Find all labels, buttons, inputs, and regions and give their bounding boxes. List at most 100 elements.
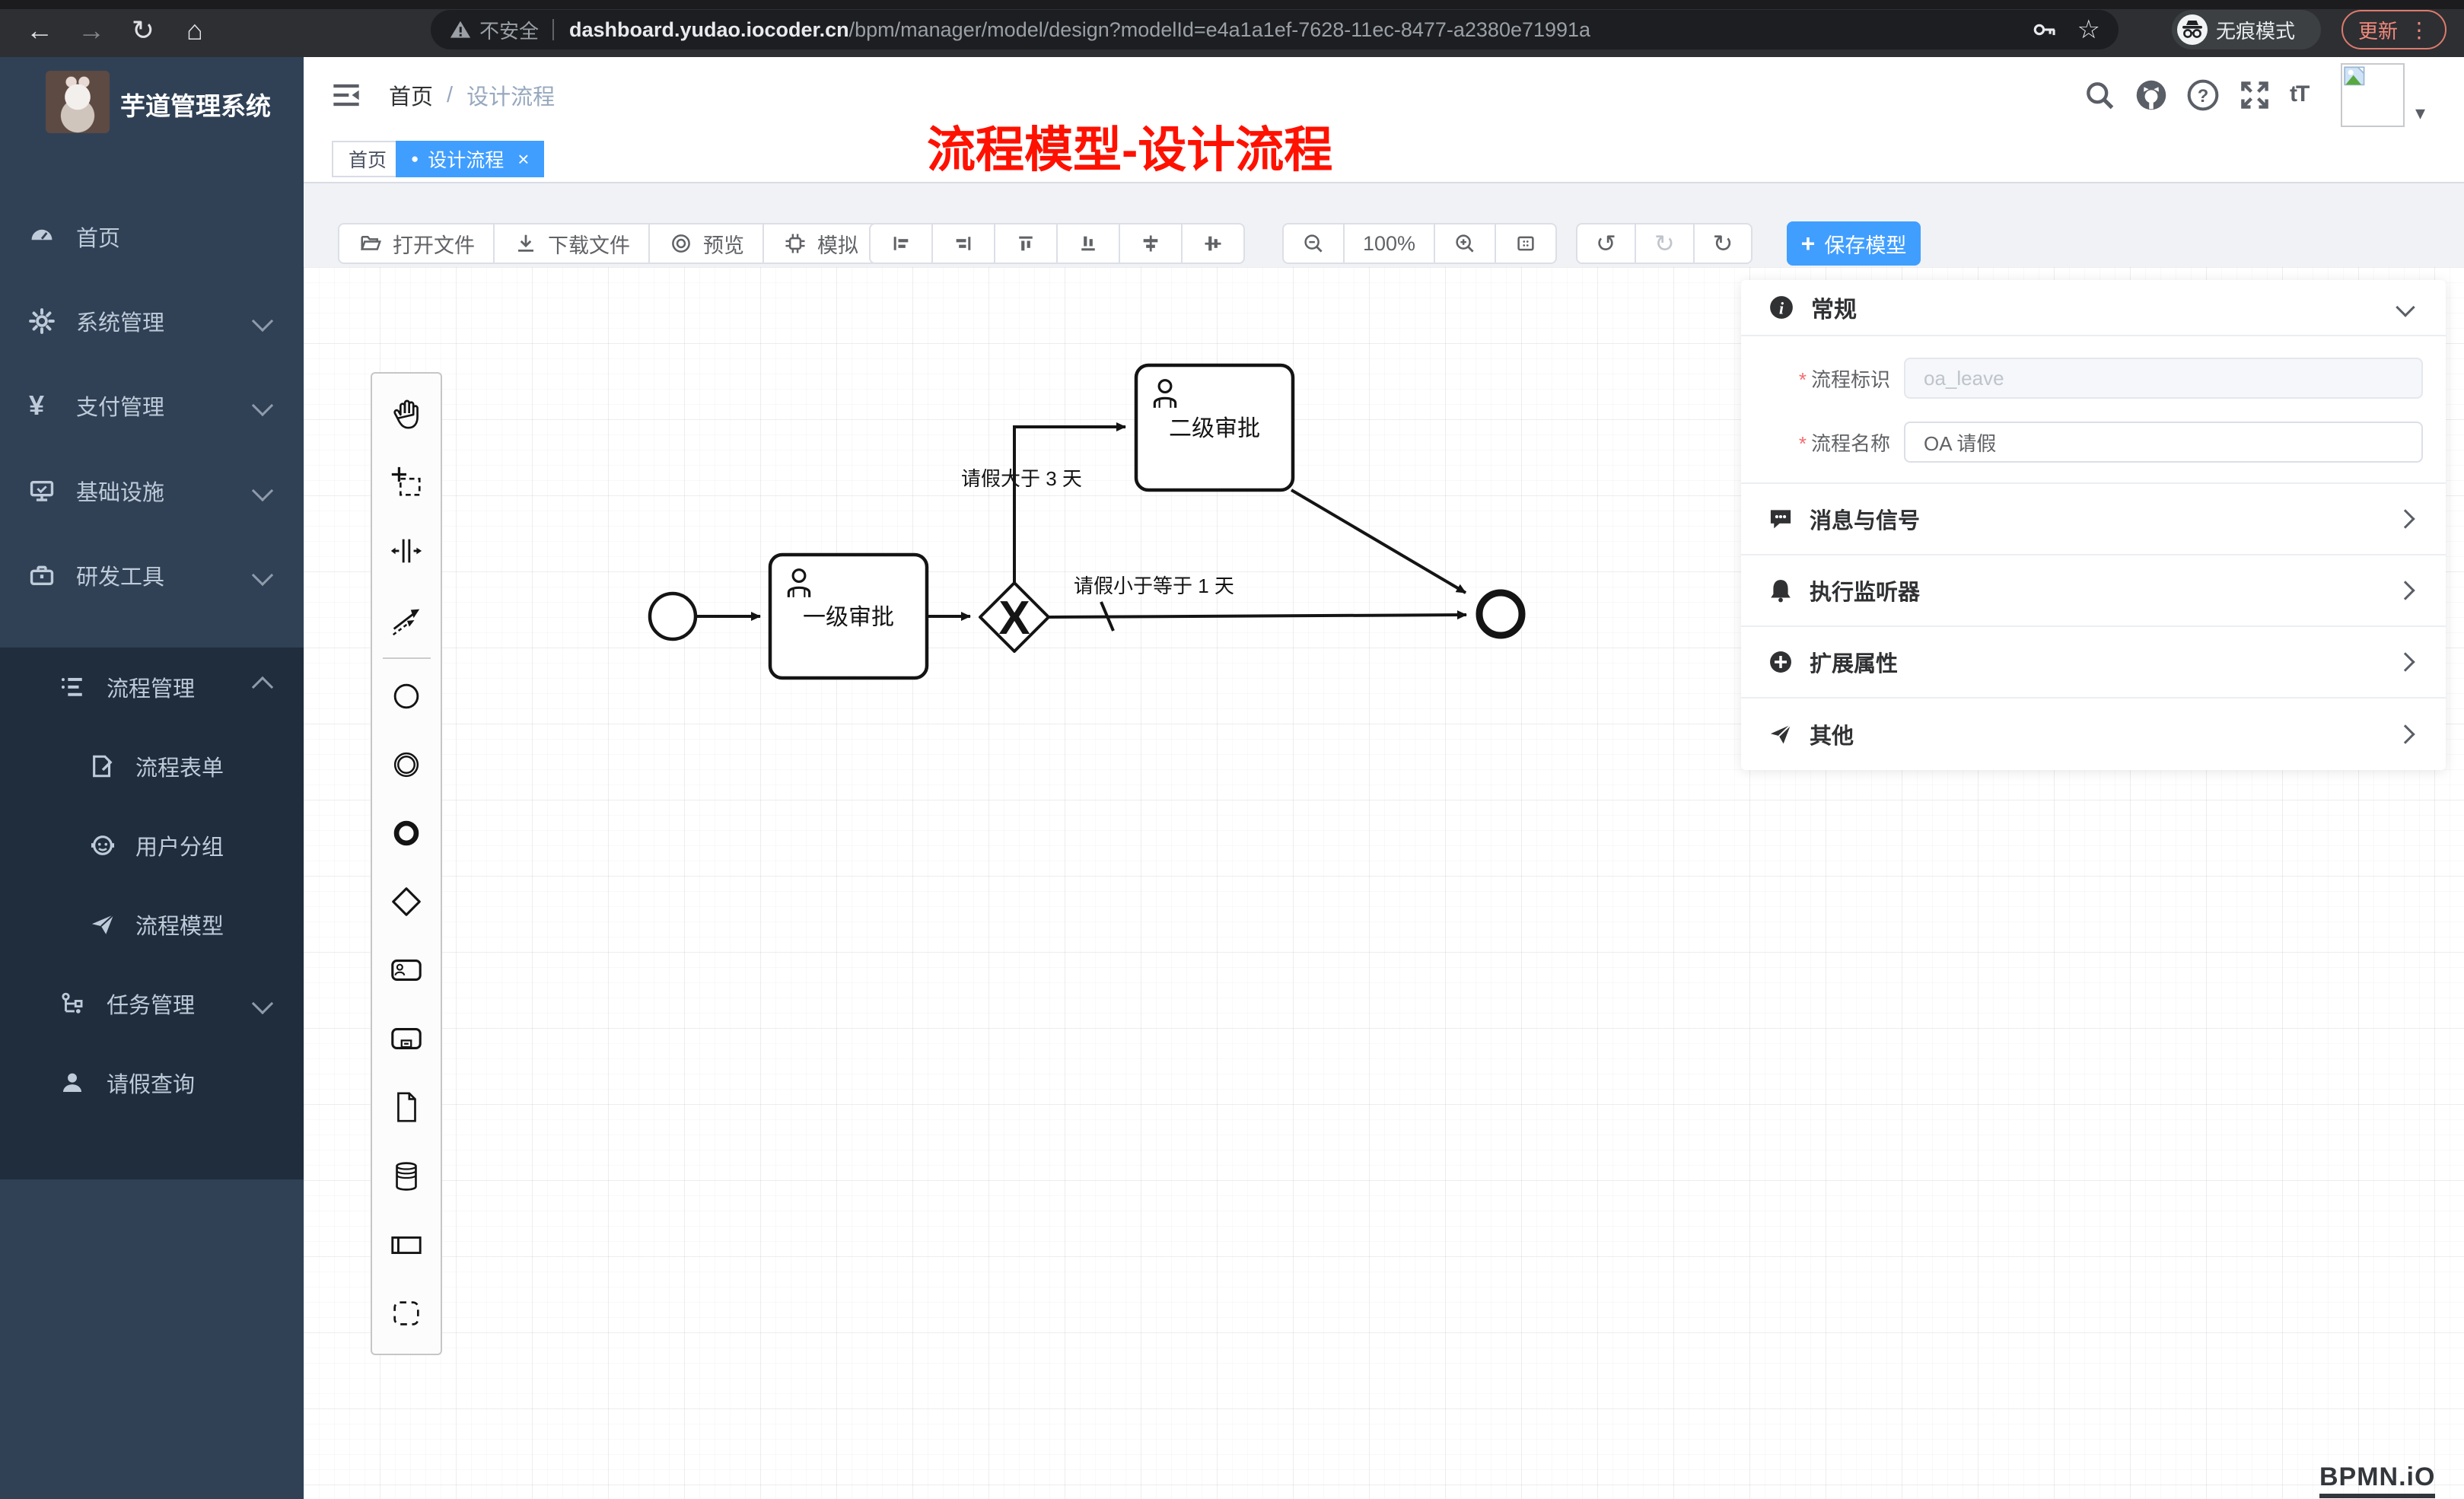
preview-icon [668, 232, 694, 255]
sidebar-item-dashboard[interactable]: 首页 [0, 194, 304, 278]
gateway-x-mark: X [998, 592, 1030, 644]
save-model-button[interactable]: + 保存模型 [1787, 221, 1921, 266]
flow-gateway-to-task2[interactable] [1014, 427, 1125, 582]
fullscreen-icon[interactable] [2238, 78, 2271, 112]
app-logo-row[interactable]: 芋道管理系统 [0, 63, 304, 139]
flow-task2-to-end[interactable] [1291, 490, 1466, 593]
panel-section-extended-attributes[interactable]: 扩展属性 [1741, 627, 2446, 699]
font-size-icon[interactable]: tT [2290, 81, 2308, 107]
restart-button[interactable]: ↻ [1695, 224, 1752, 263]
workflow-submenu: 流程管理 流程表单 用户分组 流程模型 [0, 648, 304, 1179]
github-icon[interactable] [2135, 78, 2168, 112]
bookmark-star-icon[interactable]: ☆ [2077, 14, 2100, 45]
address-bar[interactable]: 不安全 dashboard.yudao.iocoder.cn/bpm/manag… [431, 10, 2119, 49]
align-button-group [869, 223, 1245, 264]
sidebar-item-label: 基础设施 [76, 475, 164, 507]
bpmn-start-event[interactable] [650, 594, 696, 639]
sidebar-item-user-group[interactable]: 用户分组 [0, 806, 304, 885]
sidebar: 芋道管理系统 首页 系统管理 ¥ 支付管理 [0, 57, 304, 1499]
browser-home-button[interactable]: ⌂ [173, 11, 216, 50]
sidebar-item-devtools[interactable]: 研发工具 [0, 533, 304, 617]
browser-back-button[interactable]: ← [18, 11, 61, 50]
menu-fold-icon[interactable] [331, 80, 361, 110]
section-title: 执行监听器 [1810, 574, 1920, 606]
bpmn-exclusive-gateway[interactable]: X [980, 583, 1049, 651]
flow-gateway-to-end[interactable] [1049, 615, 1466, 617]
condition-label-gt3[interactable]: 请假大于 3 天 [961, 467, 1082, 490]
process-name-label: *流程名称 [1741, 428, 1890, 457]
panel-section-other[interactable]: 其他 [1741, 699, 2446, 770]
sidebar-item-label: 支付管理 [76, 390, 164, 422]
search-icon[interactable] [2083, 78, 2116, 112]
chevron-right-icon [2396, 509, 2415, 528]
sidebar-item-task-management[interactable]: 任务管理 [0, 964, 304, 1043]
align-vertical-center-button[interactable] [1120, 224, 1183, 263]
password-key-icon[interactable] [2032, 17, 2058, 43]
browser-menu-icon[interactable]: ⋮ [2408, 18, 2430, 43]
tab-close-icon[interactable]: × [517, 148, 529, 171]
preview-button[interactable]: 预览 [650, 224, 764, 263]
update-chrome-button[interactable]: 更新 ⋮ [2341, 10, 2446, 49]
history-button-group: ↺ ↻ ↻ [1576, 223, 1752, 264]
help-icon[interactable]: ? [2186, 78, 2220, 112]
bell-icon [1768, 578, 1793, 603]
general-form: *流程标识 *流程名称 [1741, 336, 2446, 484]
folder-icon [358, 232, 384, 255]
chevron-right-icon [2396, 581, 2415, 600]
zoom-reset-button[interactable] [1496, 224, 1555, 263]
sidebar-item-label: 流程模型 [135, 909, 224, 940]
sidebar-item-infrastructure[interactable]: 基础设施 [0, 448, 304, 533]
zoom-reset-icon [1514, 232, 1537, 255]
align-bottom-button[interactable] [1058, 224, 1120, 263]
process-key-label: *流程标识 [1741, 364, 1890, 393]
condition-label-le1[interactable]: 请假小于等于 1 天 [1074, 574, 1234, 597]
zoom-level-value: 100% [1363, 232, 1415, 256]
zoom-in-button[interactable] [1435, 224, 1496, 263]
panel-section-execution-listeners[interactable]: 执行监听器 [1741, 555, 2446, 627]
sidebar-item-process-model[interactable]: 流程模型 [0, 885, 304, 964]
align-top-button[interactable] [995, 224, 1058, 263]
sidebar-item-payment[interactable]: ¥ 支付管理 [0, 363, 304, 447]
sidebar-item-label: 首页 [76, 221, 120, 253]
open-file-button[interactable]: 打开文件 [339, 224, 495, 263]
bpmn-end-event[interactable] [1479, 593, 1522, 635]
process-name-input[interactable] [1904, 422, 2423, 463]
sidebar-item-system[interactable]: 系统管理 [0, 278, 304, 363]
redo-button[interactable]: ↻ [1636, 224, 1695, 263]
process-key-input[interactable] [1904, 358, 2423, 399]
monitor-icon [29, 478, 55, 504]
info-icon: i [1768, 294, 1794, 320]
sidebar-item-label: 流程管理 [107, 671, 195, 703]
tab-design-process[interactable]: ● 设计流程 × [396, 141, 544, 177]
align-right-button[interactable] [933, 224, 995, 263]
zoom-out-button[interactable] [1284, 224, 1345, 263]
avatar[interactable] [2341, 63, 2405, 127]
align-left-button[interactable] [871, 224, 933, 263]
sidebar-item-process-form[interactable]: 流程表单 [0, 727, 304, 806]
divider [552, 19, 554, 40]
sidebar-item-label: 任务管理 [107, 988, 195, 1020]
align-horizontal-center-button[interactable] [1183, 224, 1243, 263]
bpmn-task-second-approval[interactable]: 二级审批 [1136, 365, 1293, 490]
download-file-button[interactable]: 下载文件 [495, 224, 650, 263]
bpmn-task-first-approval[interactable]: 一级审批 [770, 555, 927, 678]
browser-reload-button[interactable]: ↻ [122, 11, 164, 50]
face-icon [90, 832, 116, 858]
panel-section-messages-signals[interactable]: 消息与信号 [1741, 484, 2446, 555]
undo-button[interactable]: ↺ [1577, 224, 1636, 263]
simulate-button[interactable]: 模拟 [764, 224, 877, 263]
properties-panel: i 常规 *流程标识 *流程名称 消息与信号 执行监听器 [1741, 280, 2446, 770]
panel-section-general[interactable]: i 常规 [1741, 280, 2446, 336]
chevron-up-icon [252, 676, 273, 698]
app-logo-image [46, 71, 110, 133]
sidebar-item-process-management[interactable]: 流程管理 [0, 648, 304, 727]
svg-text:?: ? [2198, 86, 2209, 107]
bpmn-io-watermark[interactable]: BPMN.iO [2319, 1462, 2435, 1498]
align-left-icon [890, 233, 912, 254]
sidebar-item-leave-query[interactable]: 请假查询 [0, 1043, 304, 1122]
paper-plane-icon [90, 912, 116, 937]
browser-forward-button[interactable]: → [70, 11, 113, 50]
tab-home[interactable]: 首页 [332, 141, 403, 177]
avatar-caret-icon[interactable]: ▾ [2415, 101, 2425, 125]
breadcrumb-home[interactable]: 首页 [389, 79, 433, 111]
